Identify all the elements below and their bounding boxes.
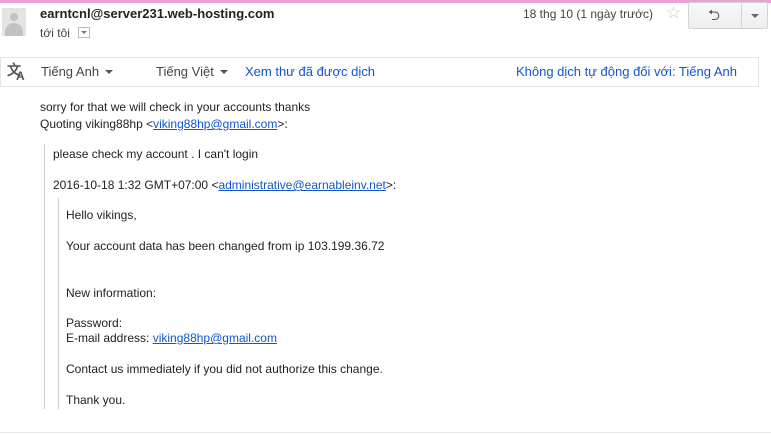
quote2-thanks: Thank you. [66,393,126,407]
attribution-email-link[interactable]: administrative@earnableinv.net [218,178,385,192]
source-language-label: Tiếng Anh [41,64,100,79]
source-language-select[interactable]: Tiếng Anh [41,64,114,79]
avatar[interactable] [2,8,26,36]
recipient-row: tới tôi [40,26,91,40]
quote2-contact-line: Contact us immediately if you did not au… [66,362,383,376]
target-language-label: Tiếng Việt [156,64,214,79]
no-auto-translate-link[interactable]: Không dịch tự động đối với: Tiếng Anh [516,64,737,79]
message-line-1: sorry for that we will check in your acc… [40,100,311,114]
reply-button-group: ⮌ [688,2,768,29]
quote2-email-label: E-mail address: [66,331,150,345]
chevron-down-icon [105,70,114,74]
target-language-select[interactable]: Tiếng Việt [156,64,228,79]
translate-bar: 文A Tiếng Anh Tiếng Việt Xem thư đã được … [0,57,759,87]
quote1-line-1: please check my account . I can't login [53,147,259,161]
chevron-down-icon [219,70,228,74]
attribution-prefix: 2016-10-18 1:32 GMT+07:00 < [53,178,219,192]
quote2-email-link[interactable]: viking88hp@gmail.com [153,331,277,345]
quote2-changed-line: Your account data has been changed from … [66,239,385,253]
quote2-new-info: New information: [66,286,157,300]
reply-button[interactable]: ⮌ [689,3,742,28]
recipient-label: tới tôi [40,26,70,40]
recipient-details-dropdown[interactable] [78,27,91,38]
quote1-attribution: 2016-10-18 1:32 GMT+07:00 <administrativ… [53,178,396,193]
bottom-divider [0,432,771,433]
reply-icon: ⮌ [708,7,721,24]
chevron-down-icon [751,14,759,18]
quote2-email-line: E-mail address: viking88hp@gmail.com [66,331,277,346]
view-translated-link[interactable]: Xem thư đã được dịch [245,64,375,79]
top-stripe [0,0,771,3]
sender-email[interactable]: earntcnl@server231.web-hosting.com [40,6,274,21]
quote2-greeting: Hello vikings, [66,208,137,222]
message-date: 18 thg 10 (1 ngày trước) [523,7,653,21]
quoting-prefix: Quoting viking88hp < [40,117,154,131]
more-options-button[interactable] [742,3,767,28]
quoting-suffix: >: [277,117,288,131]
star-icon[interactable]: ☆ [666,3,681,23]
avatar-head-shape [10,13,18,21]
quoting-email-link[interactable]: viking88hp@gmail.com [153,117,277,131]
avatar-body-shape [5,23,23,36]
quote-border-inner [58,198,59,409]
translate-icon: 文A [7,62,25,83]
quote-border-outer [44,144,45,409]
quoting-line: Quoting viking88hp <viking88hp@gmail.com… [40,117,288,132]
quote2-password-label: Password: [66,316,123,330]
attribution-suffix: >: [385,178,397,192]
